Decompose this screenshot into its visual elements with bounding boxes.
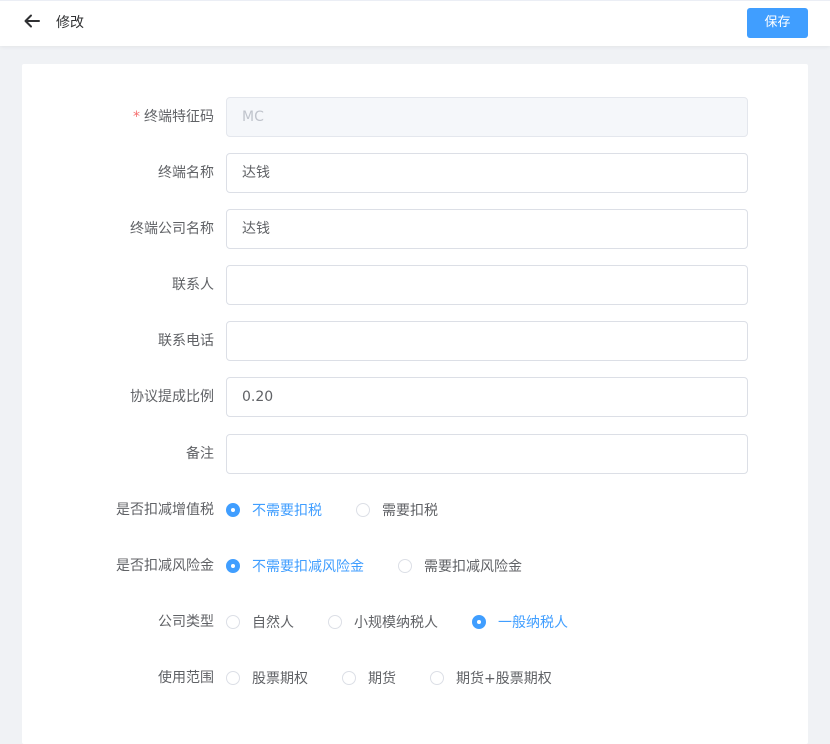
radio-circle [430, 671, 444, 685]
radio-no-tax-deduct[interactable]: 不需要扣税 [226, 500, 322, 520]
radio-futures-and-stock-options[interactable]: 期货+股票期权 [430, 668, 552, 688]
phone-label: 联系电话 [158, 333, 214, 349]
terminal-name-input[interactable]: 达钱 [226, 153, 748, 193]
radio-natural-person[interactable]: 自然人 [226, 612, 294, 632]
terminal-code-input: MC [226, 97, 748, 137]
radio-stock-options[interactable]: 股票期权 [226, 668, 308, 688]
radio-circle-checked [226, 559, 240, 573]
remark-label: 备注 [186, 446, 214, 462]
usage-scope-group: 股票期权 期货 期货+股票期权 [226, 658, 586, 698]
radio-circle-checked [226, 503, 240, 517]
contact-label: 联系人 [172, 277, 214, 293]
terminal-company-input[interactable]: 达钱 [226, 209, 748, 249]
terminal-company-row: 终端公司名称 达钱 [22, 209, 808, 249]
radio-circle [226, 615, 240, 629]
vat-deduct-row: 是否扣减增值税 不需要扣税 需要扣税 [22, 490, 808, 530]
radio-circle [328, 615, 342, 629]
radio-circle [226, 671, 240, 685]
radio-tax-deduct[interactable]: 需要扣税 [356, 500, 438, 520]
radio-small-taxpayer[interactable]: 小规模纳税人 [328, 612, 438, 632]
contact-row: 联系人 [22, 265, 808, 305]
terminal-name-row: 终端名称 达钱 [22, 153, 808, 193]
radio-risk-deduct[interactable]: 需要扣减风险金 [398, 556, 522, 576]
terminal-code-label: * 终端特征码 [133, 109, 214, 125]
terminal-company-label: 终端公司名称 [130, 221, 214, 237]
commission-ratio-row: 协议提成比例 0.20 [22, 377, 808, 417]
risk-deduct-label: 是否扣减风险金 [116, 558, 214, 574]
radio-general-taxpayer[interactable]: 一般纳税人 [472, 612, 568, 632]
required-mark: * [133, 109, 140, 125]
vat-deduct-label: 是否扣减增值税 [116, 502, 214, 518]
remark-row: 备注 [22, 434, 808, 474]
radio-circle [398, 559, 412, 573]
company-type-label: 公司类型 [158, 614, 214, 630]
usage-scope-label: 使用范围 [158, 670, 214, 686]
commission-ratio-label: 协议提成比例 [130, 389, 214, 405]
phone-input[interactable] [226, 321, 748, 361]
page-title: 修改 [56, 15, 84, 31]
radio-futures[interactable]: 期货 [342, 668, 396, 688]
terminal-code-row: * 终端特征码 MC [22, 97, 808, 137]
radio-circle [356, 503, 370, 517]
save-button[interactable]: 保存 [747, 8, 808, 38]
radio-circle [342, 671, 356, 685]
usage-scope-row: 使用范围 股票期权 期货 期货+股票期权 [22, 658, 808, 698]
contact-input[interactable] [226, 265, 748, 305]
terminal-name-label: 终端名称 [158, 165, 214, 181]
radio-circle-checked [472, 615, 486, 629]
back-arrow-icon[interactable] [22, 11, 44, 31]
company-type-row: 公司类型 自然人 小规模纳税人 一般纳税人 [22, 602, 808, 642]
form-card: * 终端特征码 MC 终端名称 达钱 终端公司名称 达钱 联系人 联系电话 协议提… [22, 64, 808, 744]
top-bar: 修改 保存 [0, 0, 830, 46]
phone-row: 联系电话 [22, 321, 808, 361]
radio-no-risk-deduct[interactable]: 不需要扣减风险金 [226, 556, 364, 576]
risk-deduct-row: 是否扣减风险金 不需要扣减风险金 需要扣减风险金 [22, 546, 808, 586]
remark-input[interactable] [226, 434, 748, 474]
risk-deduct-group: 不需要扣减风险金 需要扣减风险金 [226, 546, 556, 586]
commission-ratio-input[interactable]: 0.20 [226, 377, 748, 417]
vat-deduct-group: 不需要扣税 需要扣税 [226, 490, 472, 530]
company-type-group: 自然人 小规模纳税人 一般纳税人 [226, 602, 602, 642]
